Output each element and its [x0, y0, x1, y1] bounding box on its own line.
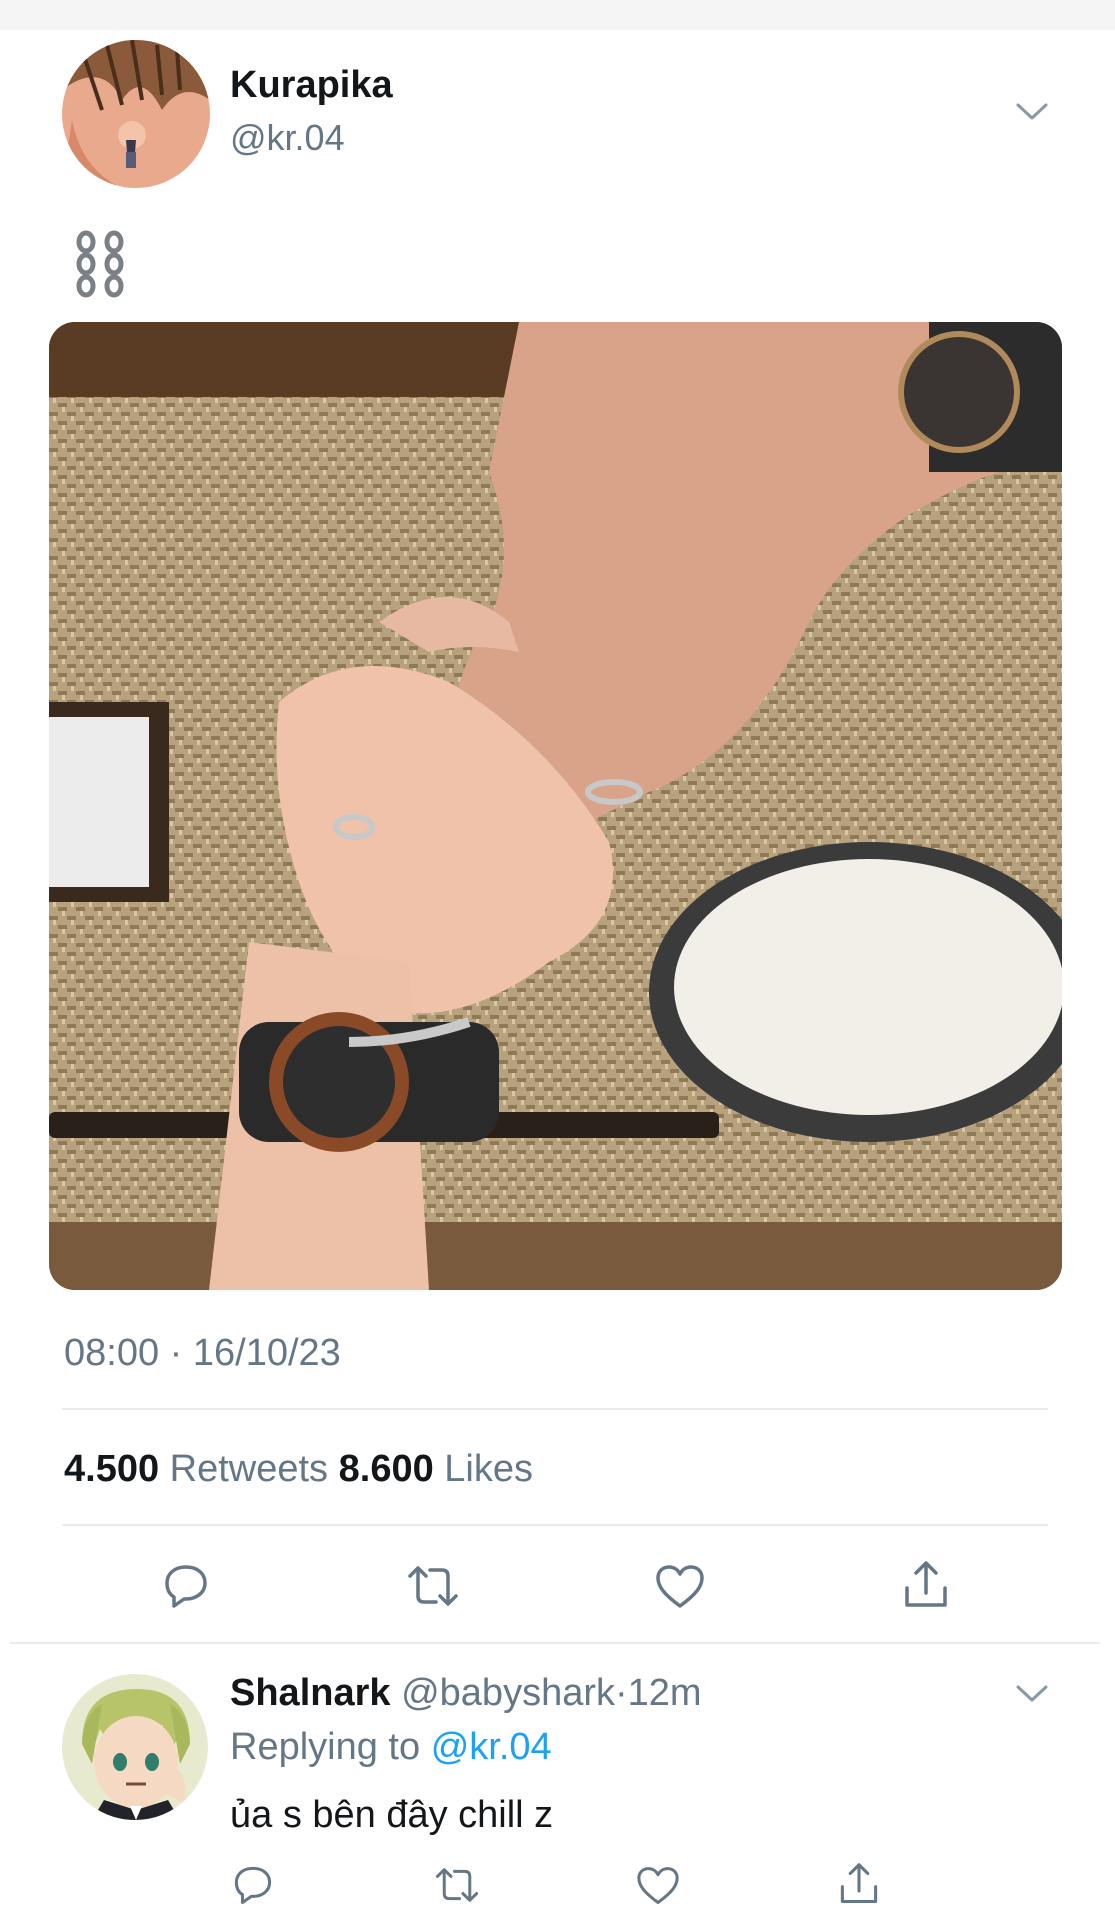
- reply-time[interactable]: 12m: [628, 1672, 702, 1714]
- retweets-label[interactable]: Retweets: [170, 1448, 328, 1490]
- divider: [10, 1642, 1100, 1644]
- retweet-icon[interactable]: [434, 1866, 480, 1904]
- status-bar-area: [0, 0, 1115, 30]
- reply-icon[interactable]: [162, 1562, 210, 1610]
- author-display-name[interactable]: Kurapika: [230, 64, 393, 107]
- author-avatar[interactable]: [62, 40, 210, 188]
- likes-label[interactable]: Likes: [444, 1448, 533, 1490]
- chevron-down-icon[interactable]: [1015, 1684, 1049, 1704]
- replying-to-handle-link[interactable]: @kr.04: [431, 1726, 552, 1768]
- replying-to-label: Replying to: [230, 1726, 421, 1768]
- like-icon[interactable]: [655, 1564, 705, 1610]
- replying-to: Replying to @kr.04: [230, 1726, 552, 1769]
- tweet-timestamp[interactable]: 08:00 · 16/10/23: [64, 1332, 341, 1375]
- chevron-down-icon[interactable]: [1015, 102, 1049, 122]
- author-handle[interactable]: @kr.04: [230, 117, 345, 159]
- retweets-count[interactable]: 4.500: [64, 1448, 159, 1490]
- reply-separator: ·: [615, 1672, 628, 1714]
- divider: [62, 1408, 1048, 1410]
- chain-icon: [72, 230, 128, 298]
- reply-icon[interactable]: [232, 1864, 274, 1906]
- tweet-photo[interactable]: [49, 322, 1062, 1290]
- divider: [62, 1524, 1048, 1526]
- share-icon[interactable]: [902, 1560, 950, 1610]
- likes-count[interactable]: 8.600: [339, 1448, 434, 1490]
- tweet-stats: 4.500 Retweets 8.600 Likes: [64, 1448, 533, 1491]
- share-icon[interactable]: [838, 1862, 880, 1906]
- like-icon[interactable]: [636, 1866, 680, 1906]
- reply-text: ủa s bên đây chill z: [230, 1794, 554, 1836]
- reply-author-avatar[interactable]: [62, 1674, 208, 1820]
- retweet-icon[interactable]: [406, 1564, 460, 1608]
- reply-handle[interactable]: @babyshark: [401, 1672, 615, 1714]
- reply-header: Shalnark @babyshark·12m: [230, 1672, 702, 1715]
- reply-display-name[interactable]: Shalnark: [230, 1672, 391, 1714]
